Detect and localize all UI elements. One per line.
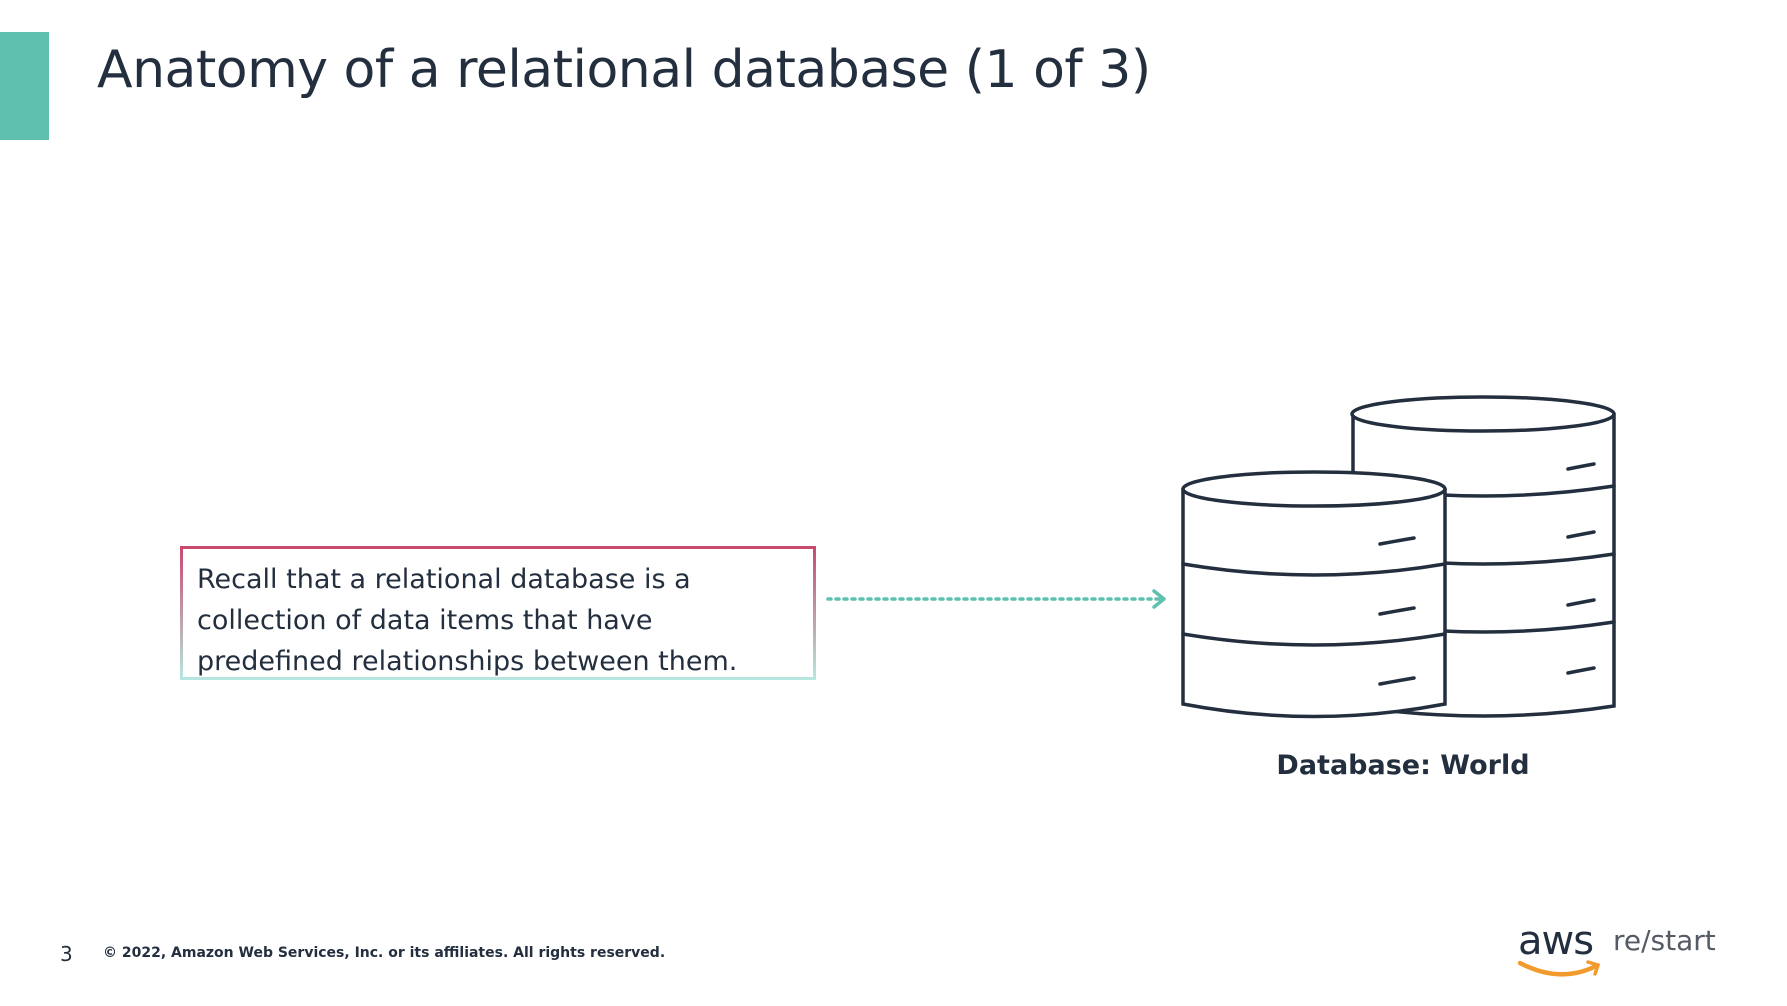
aws-logo-icon: aws (1517, 918, 1601, 977)
title-accent-bar (0, 32, 49, 140)
database-icon (1181, 395, 1616, 719)
database-label: Database: World (1276, 750, 1530, 781)
page-number: 3 (60, 942, 73, 966)
callout-box: Recall that a relational database is a c… (180, 546, 816, 680)
restart-wordmark: re/start (1613, 924, 1716, 957)
slide-title: Anatomy of a relational database (1 of 3… (97, 40, 1151, 100)
copyright-notice: © 2022, Amazon Web Services, Inc. or its… (103, 945, 666, 961)
svg-text:aws: aws (1518, 918, 1593, 964)
dotted-arrow-icon (826, 589, 1166, 609)
